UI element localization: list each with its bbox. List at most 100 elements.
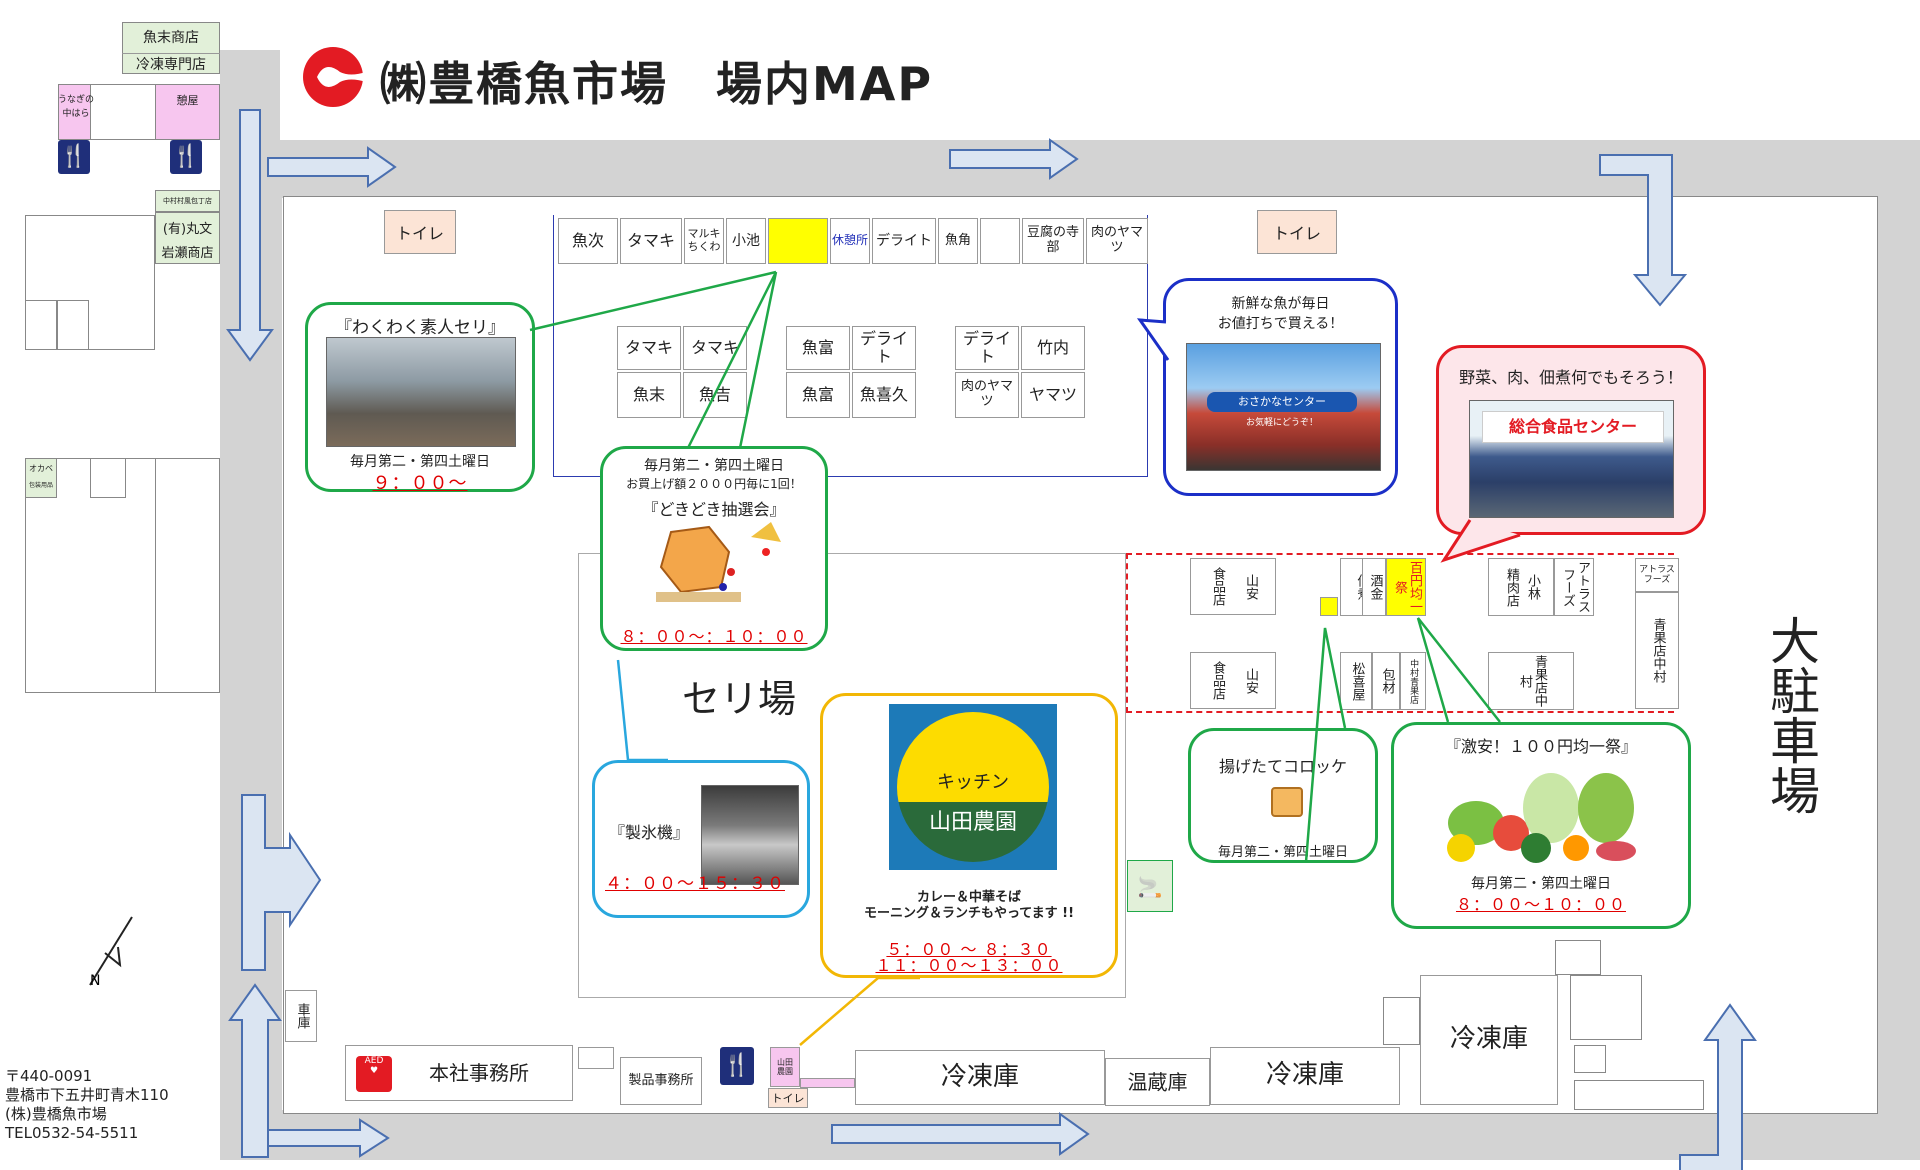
stall-yamatsu: ヤマツ (1021, 372, 1085, 418)
block-d (1574, 1045, 1606, 1073)
stall-uotsugi: 魚次 (558, 218, 618, 264)
garage: 車庫 (285, 990, 317, 1042)
stall-uokichi: 魚吉 (683, 372, 747, 418)
stall-matsukiya: 松喜屋 (1340, 652, 1372, 710)
stall-kobayashi-text: 小林 (1524, 574, 1540, 600)
dokidoki-time: ８：００～：１０：００ (620, 627, 808, 646)
toilet-left: トイレ (384, 210, 456, 254)
stall-matsukiya-text: 松喜屋 (1349, 661, 1365, 701)
seihyoki-time: ４：００～１５：３０ (605, 874, 785, 894)
seihyoki-title: 『製氷機』 (609, 823, 690, 842)
left-block-4 (57, 300, 89, 350)
stall-seiniku-kobayashi: 精肉店 小林 (1488, 558, 1554, 616)
block-b (1555, 940, 1601, 975)
aed-label: AED (364, 1056, 384, 1066)
stall-sakakin-text: 酒金 (1367, 574, 1383, 600)
yamada-small-2: 農園 (777, 1067, 793, 1076)
seihin-office: 製品事務所 (620, 1057, 702, 1105)
stall-rest: 休憩所 (830, 218, 870, 264)
stall-sakakin: 酒金 (1362, 558, 1386, 616)
svg-text:N: N (90, 973, 100, 989)
stall-yamayasu-text: 山安 (1242, 667, 1258, 694)
bubble-osakana: 新鮮な魚が毎日 お値打ちで買える！ おさかなセンター お気軽にどうぞ！ (1163, 278, 1398, 496)
shokuhin-photo: 総合食品センター (1469, 400, 1674, 518)
bubble-dokidoki: 毎月第二・第四土曜日 お買上げ額２０００円毎に1回！ 『どきどき抽選会』 ８：０… (600, 446, 828, 651)
korokke-title: 揚げたてコロッケ (1218, 757, 1347, 776)
stall-takeuchi: 竹内 (1021, 326, 1085, 370)
address-tel: TEL0532-54-5511 (5, 1124, 139, 1142)
unagi-label-2: 中はら (62, 109, 90, 119)
address-company: (株)豊橋魚市場 (5, 1105, 107, 1123)
vegetable-illustration (1447, 773, 1636, 863)
stall-shokuhin-text: 食品店 (1210, 567, 1225, 606)
wakuwaku-title: 『わくわく素人セリ』 (335, 318, 505, 338)
stall-atorasu: アトラスフーズ (1554, 558, 1594, 616)
dokidoki-sched: 毎月第二・第四土曜日 (644, 458, 784, 474)
stall-niku-yamatsu-2: 肉のヤマツ (955, 372, 1019, 418)
garage-label: 車庫 (294, 1003, 310, 1029)
road-south (220, 1110, 1920, 1160)
dokidoki-note: お買上げ額２０００円毎に1回！ (626, 477, 802, 491)
kitchen-logo-bottom: 山田農園 (928, 810, 1017, 835)
stall-nakamura-seika-text: 中村青果店 (1408, 658, 1419, 704)
reito-shop-label: 冷凍専門店 (122, 53, 220, 74)
bubble-kitchen: キッチン 山田農園 カレー＆中華そば モーニング＆ランチもやってます !! ５：… (820, 693, 1118, 978)
bubble-shokuhin: 野菜、肉、佃煮何でもそろう！ 総合食品センター (1436, 345, 1706, 535)
company-logo (303, 47, 366, 107)
stall-horikin: 包材 (1372, 652, 1400, 710)
address-block: 〒440-0091 豊橋市下五井町青木110 (株)豊橋魚市場 TEL0532-… (5, 1067, 169, 1143)
stall-atorasu-2: アトラスフーズ (1635, 558, 1679, 592)
shokuhin-sign: 総合食品センター (1482, 411, 1664, 443)
smoking-area-icon: 🚬 (1127, 860, 1173, 912)
ikoiya-label: 憩屋 (176, 94, 199, 107)
knife-fork-icon: 🍴 (58, 140, 90, 174)
stall-uotomi-2: 魚富 (786, 372, 850, 418)
stall-uokikyu: 魚喜久 (852, 372, 916, 418)
pink-strip (800, 1078, 855, 1088)
yamada-small-1: 山田 (777, 1057, 793, 1067)
gekiyasu-sched: 毎月第二・第四土曜日 (1471, 876, 1611, 892)
stall-atorasu-text: アトラスフーズ (1560, 561, 1590, 613)
toilet-right: トイレ (1257, 210, 1337, 254)
uosue-shop-label: 魚末商店 (143, 30, 199, 46)
kitchen-logo: キッチン 山田農園 (889, 704, 1057, 870)
shokuhin-title: 野菜、肉、佃煮何でもそろう！ (1459, 368, 1683, 387)
marubun-label: (有)丸文 (162, 222, 213, 237)
osakana-line2: お値打ちで買える！ (1217, 316, 1344, 332)
stall-seiniku-text: 精肉店 (1504, 567, 1519, 607)
stall-tofu: 豆腐の寺部 (1022, 218, 1084, 264)
stall-seika-nakamura-2-text: 青果店中村 (1650, 618, 1666, 683)
stall-tamaki-2: タマキ (617, 326, 681, 370)
stall-hyakuen-text: 百円均一祭 (1392, 561, 1422, 613)
knife-fork-icon: 🍴 (170, 140, 202, 174)
stall-yamayasu-text: 山安 (1242, 573, 1258, 600)
address-zip: 〒440-0091 (5, 1067, 93, 1085)
stall-korokke-small (1320, 597, 1338, 616)
left-block-3 (25, 300, 57, 350)
gekiyasu-time: ８：００～１０：００ (1455, 895, 1626, 914)
stall-delight-3: デライト (955, 326, 1019, 370)
seri-label: セリ場 (682, 677, 797, 721)
bubble-seihyoki: 『製氷機』 ４：００～１５：３０ (592, 760, 810, 918)
address-street: 豊橋市下五井町青木110 (5, 1086, 169, 1104)
reitoko-2: 冷凍庫 (1210, 1047, 1400, 1105)
stall-hyakuen: 百円均一祭 (1386, 558, 1426, 616)
aed-icon: AED ♥ (356, 1056, 392, 1092)
reitoko-1: 冷凍庫 (855, 1050, 1105, 1105)
stall-shokuhin-yamayasu: 食品店 山安 (1190, 558, 1276, 615)
road-north (220, 140, 1920, 198)
gekiyasu-title: 『激安！１００円均一祭』 (1444, 737, 1637, 756)
stall-shokuhin-text: 食品店 (1210, 661, 1225, 700)
kitchen-logo-top: キッチン (937, 772, 1009, 793)
parking-label: 大駐車場 (1762, 615, 1820, 815)
stall-seika-nakamura-text: 青果店中村 (1517, 655, 1547, 707)
unagi-label-1: うなぎの (58, 95, 95, 105)
block-e (1574, 1080, 1704, 1110)
road-east (1875, 140, 1920, 1160)
stall-delight-2: デライト (852, 326, 916, 370)
korokke-icon (1271, 787, 1303, 817)
osakana-line1: 新鮮な魚が毎日 (1231, 296, 1330, 312)
stall-seika-nakamura-2: 青果店中村 (1635, 592, 1679, 709)
okabe-sub-label: 包装用品 (28, 482, 53, 489)
lottery-icon (656, 522, 781, 602)
